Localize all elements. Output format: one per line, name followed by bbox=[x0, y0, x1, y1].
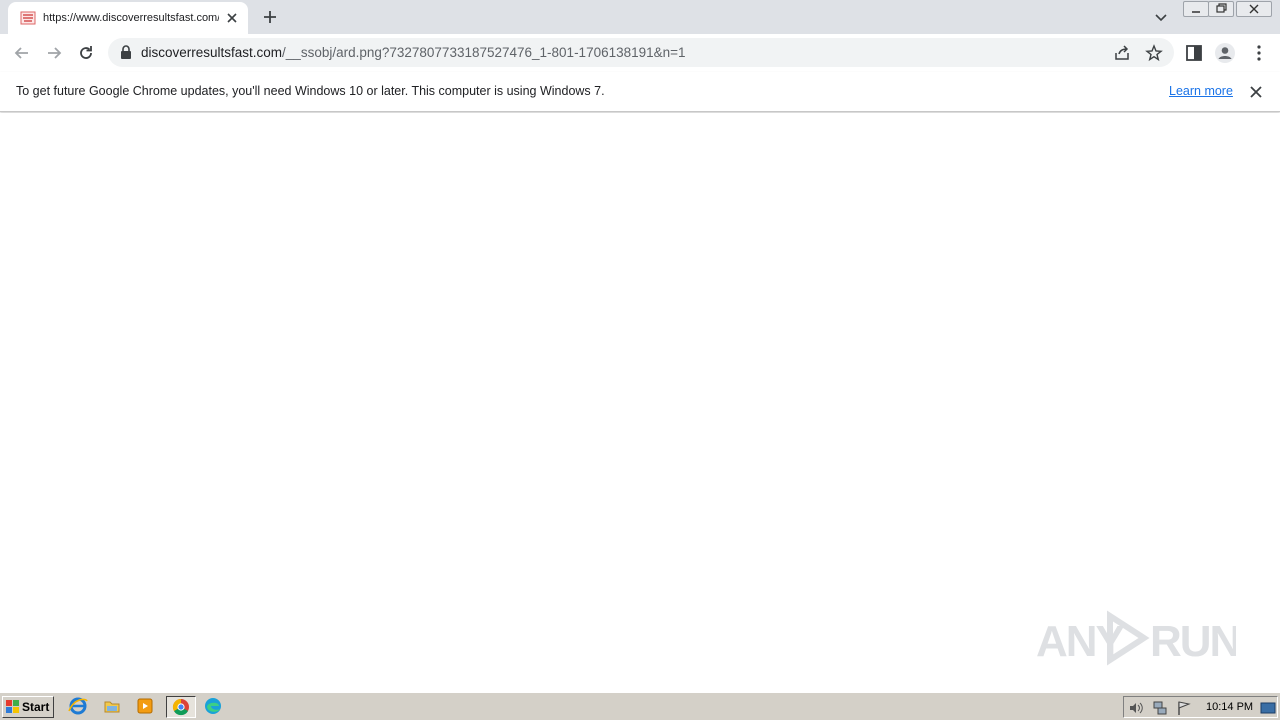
url-host: discoverresultsfast.com bbox=[141, 45, 283, 60]
file-explorer-icon bbox=[104, 701, 120, 713]
lock-icon[interactable] bbox=[120, 45, 132, 59]
infobar-close-icon[interactable] bbox=[1248, 84, 1264, 100]
address-bar[interactable]: discoverresultsfast.com/__ssobj/ard.png?… bbox=[108, 38, 1174, 67]
tab-close-icon[interactable] bbox=[224, 10, 240, 26]
action-center-flag-icon[interactable] bbox=[1176, 700, 1192, 716]
new-tab-icon[interactable] bbox=[260, 7, 280, 27]
close-window-icon bbox=[1249, 4, 1259, 14]
internet-explorer-icon bbox=[68, 697, 88, 715]
url-path: /__ssobj/ard.png?7327807733187527476_1-8… bbox=[282, 45, 686, 60]
learn-more-link[interactable]: Learn more bbox=[1169, 84, 1233, 99]
taskbar-explorer-button[interactable] bbox=[100, 696, 126, 718]
forward-icon[interactable] bbox=[44, 43, 64, 63]
bookmark-star-icon[interactable] bbox=[1145, 44, 1163, 62]
windows-logo-icon bbox=[6, 700, 19, 713]
back-icon[interactable] bbox=[12, 43, 32, 63]
close-window-button[interactable] bbox=[1236, 1, 1272, 17]
minimize-icon bbox=[1192, 11, 1200, 13]
restore-icon bbox=[1216, 3, 1227, 13]
taskbar-chrome-button[interactable] bbox=[166, 696, 196, 718]
show-desktop-icon[interactable] bbox=[1260, 700, 1276, 716]
chrome-icon bbox=[172, 698, 189, 716]
taskbar-clock[interactable]: 10:14 PM bbox=[1206, 701, 1253, 714]
taskbar-media-button[interactable] bbox=[133, 696, 159, 718]
system-tray: 10:14 PM bbox=[1123, 696, 1278, 718]
tab-search-chevron-icon[interactable] bbox=[1152, 8, 1170, 26]
edge-icon bbox=[205, 698, 221, 714]
side-panel-icon[interactable] bbox=[1184, 43, 1204, 63]
taskbar-ie-button[interactable] bbox=[66, 696, 92, 718]
menu-icon[interactable] bbox=[1249, 43, 1269, 63]
windows-taskbar: Start 10:14 PM bbox=[0, 692, 1280, 720]
profile-icon[interactable] bbox=[1214, 42, 1236, 64]
infobar-message: To get future Google Chrome updates, you… bbox=[16, 84, 605, 98]
address-url[interactable]: discoverresultsfast.com/__ssobj/ard.png?… bbox=[141, 45, 686, 61]
restore-button[interactable] bbox=[1208, 1, 1234, 17]
network-icon[interactable] bbox=[1152, 700, 1168, 716]
watermark-right-text: RUN bbox=[1150, 617, 1236, 666]
browser-tab[interactable]: https://www.discoverresultsfast.com/__ss… bbox=[8, 2, 248, 34]
taskbar-edge-button[interactable] bbox=[201, 696, 227, 718]
update-infobar: To get future Google Chrome updates, you… bbox=[0, 72, 1280, 112]
volume-icon[interactable] bbox=[1128, 700, 1144, 716]
reload-icon[interactable] bbox=[76, 43, 96, 63]
start-button[interactable]: Start bbox=[2, 696, 54, 718]
media-player-icon bbox=[137, 698, 153, 714]
page-content bbox=[0, 113, 1280, 692]
share-icon[interactable] bbox=[1113, 44, 1131, 62]
anyrun-watermark: ANY RUN bbox=[1036, 610, 1236, 666]
browser-toolbar: discoverresultsfast.com/__ssobj/ard.png?… bbox=[0, 34, 1280, 72]
tab-title: https://www.discoverresultsfast.com/__ss… bbox=[43, 12, 219, 24]
minimize-button[interactable] bbox=[1183, 1, 1209, 17]
page-icon bbox=[20, 11, 36, 25]
tab-strip: https://www.discoverresultsfast.com/__ss… bbox=[0, 0, 1280, 34]
start-label: Start bbox=[22, 700, 50, 714]
